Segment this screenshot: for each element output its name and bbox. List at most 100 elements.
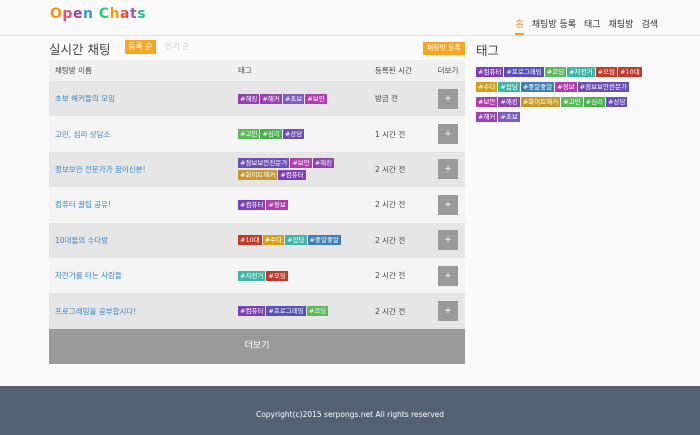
logo-letter: a xyxy=(120,6,130,22)
row-tags: #정보보안전문가 #보안 #해킹 #화이트해커 #컴퓨터 xyxy=(238,152,375,187)
tag-chip[interactable]: #해킹 xyxy=(498,97,520,107)
tag-chip[interactable]: #프로그래밍 xyxy=(504,67,544,77)
column-header-time: 등록된 시간 xyxy=(375,66,412,75)
chat-room-name-link[interactable]: 초보 해커들의 모임 xyxy=(49,81,238,116)
tag-chip[interactable]: #정보보안전문가 xyxy=(238,158,290,169)
plus-icon[interactable]: + xyxy=(438,265,458,286)
nav-tags[interactable]: 태그 xyxy=(584,17,601,35)
row-tags: #10대 #수다 #잡담 #좋알좋알 xyxy=(238,223,375,258)
tag-chip[interactable]: #해킹 xyxy=(312,158,335,169)
tag-chip[interactable]: #정보보안전문가 xyxy=(577,82,629,92)
plus-icon[interactable]: + xyxy=(438,124,458,145)
tag-chip[interactable]: #정보 xyxy=(555,82,577,92)
plus-icon[interactable]: + xyxy=(438,159,458,180)
tag-chip[interactable]: #화이트해커 xyxy=(520,97,561,107)
tag-chip[interactable]: #심리 xyxy=(583,97,606,107)
open-chats-logo[interactable]: Open Chats xyxy=(50,6,146,22)
row-tags: #고민 #심리 #상담 xyxy=(238,116,375,151)
tag-chip[interactable]: #심리 xyxy=(260,129,282,140)
nav-chat-rooms[interactable]: 채팅방 xyxy=(609,17,634,35)
site-footer: Copyright(c)2015 serpongs.net All rights… xyxy=(0,386,700,435)
tag-chip[interactable]: #상담 xyxy=(282,129,305,140)
registered-time: 2 시간 전 xyxy=(375,235,406,245)
chat-room-name-link[interactable]: 프로그래밍을 공부합시다! xyxy=(49,293,238,328)
sidebar-title: 태그 xyxy=(476,43,500,58)
table-row: 프로그래밍을 공부합시다! #컴퓨터 #프로그래밍 #코딩 2 시간 전 + xyxy=(49,293,465,329)
row-more-cell: + xyxy=(431,116,465,151)
column-header-tags: 태그 xyxy=(238,66,252,75)
row-tags: #컴퓨터 #정보 xyxy=(238,187,375,222)
tag-chip[interactable]: #고민 xyxy=(238,129,260,140)
tag-chip[interactable]: #해커 xyxy=(476,112,498,122)
tag-chip[interactable]: #10대 xyxy=(617,67,642,77)
chat-room-name-link[interactable]: 고민, 심리 상담소 xyxy=(49,116,238,151)
logo-letter: C xyxy=(98,6,110,22)
site-header: Open Chats 홈 채팅방 등록 태그 채팅방 검색 xyxy=(0,0,700,36)
row-more-cell: + xyxy=(431,187,465,222)
tag-chip[interactable]: #좋알좋알 xyxy=(520,82,555,92)
register-room-button[interactable]: 채팅방 등록 xyxy=(422,42,465,55)
tag-chip[interactable]: #보안 xyxy=(476,97,498,107)
tag-chip[interactable]: #정보 xyxy=(266,199,288,210)
tag-chip[interactable]: #상담 xyxy=(606,97,628,107)
tag-chip[interactable]: #코딩 xyxy=(544,67,567,77)
tag-chip[interactable]: #보안 xyxy=(290,158,312,169)
table-row: 초보 해커들의 모임 #해킹 #해커 #초보 #보안 방금 전 + xyxy=(49,81,465,117)
sort-by-registered-button[interactable]: 등록 순 xyxy=(125,40,156,54)
load-more-button[interactable]: 더보기 xyxy=(49,328,465,364)
tag-chip[interactable]: #자전거 xyxy=(238,270,266,281)
tag-chip[interactable]: #모임 xyxy=(266,270,288,281)
chat-room-name-link[interactable]: 자전거를 타는 사람들 xyxy=(49,258,238,293)
tag-chip[interactable]: #컴퓨터 xyxy=(278,170,306,181)
tag-chip[interactable]: #프로그래밍 xyxy=(266,306,306,317)
tag-chip[interactable]: #초보 xyxy=(498,112,520,122)
logo-letter: p xyxy=(62,6,73,22)
nav-search[interactable]: 검색 xyxy=(641,17,658,35)
sort-by-popular-button[interactable]: 인기 순 xyxy=(162,40,193,54)
tag-chip[interactable]: #컴퓨터 xyxy=(476,67,504,77)
plus-icon[interactable]: + xyxy=(438,230,458,251)
registered-time: 1 시간 전 xyxy=(375,129,406,139)
registered-time: 2 시간 전 xyxy=(375,200,406,210)
tag-chip[interactable]: #좋알좋알 xyxy=(307,235,341,246)
logo-letter: h xyxy=(109,6,121,22)
table-header-row: 채팅방 이름 태그 등록된 시간 더보기 xyxy=(49,60,465,81)
column-header-more: 더보기 xyxy=(437,66,459,75)
nav-home[interactable]: 홈 xyxy=(515,17,524,35)
registered-time: 2 시간 전 xyxy=(375,164,406,174)
top-nav: 홈 채팅방 등록 태그 채팅방 검색 xyxy=(515,17,658,35)
table-row: 정보보안 전문가가 꿈이신분! #정보보안전문가 #보안 #해킹 #화이트해커 #컴퓨터 2… xyxy=(49,151,465,188)
copyright-text: Copyright(c)2015 serpongs.net All rights… xyxy=(255,410,445,419)
row-more-cell: + xyxy=(431,223,465,258)
tag-chip[interactable]: #코딩 xyxy=(306,306,329,317)
table-row: 10대들의 수다방 #10대 #수다 #잡담 #좋알좋알 2 시간 전 + xyxy=(49,222,465,258)
tag-chip[interactable]: #고민 xyxy=(561,97,583,107)
chat-room-table: 채팅방 이름 태그 등록된 시간 더보기 초보 해커들의 모임 #해킹 #해커 #초보… xyxy=(49,60,465,329)
tag-chip[interactable]: #수다 xyxy=(262,235,285,246)
plus-icon[interactable]: + xyxy=(438,88,458,109)
tag-chip[interactable]: #모임 xyxy=(595,67,617,77)
tag-chip[interactable]: #잡담 xyxy=(285,235,307,246)
plus-icon[interactable]: + xyxy=(438,194,458,215)
sidebar-tag-list: #컴퓨터 #프로그래밍 #코딩 #자전거 #모임 #10대 #수다 #잡담 #좋알좋알 #정보 #정… xyxy=(476,63,646,123)
row-tags: #해킹 #해커 #초보 #보안 xyxy=(238,81,375,116)
tag-chip[interactable]: #컴퓨터 xyxy=(238,199,266,210)
tag-chip[interactable]: #잡담 xyxy=(498,82,520,92)
tag-chip[interactable]: #10대 xyxy=(238,235,262,246)
chat-room-name-link[interactable]: 10대들의 수다방 xyxy=(49,223,238,258)
tag-chip[interactable]: #보안 xyxy=(305,93,327,104)
tag-chip[interactable]: #해킹 xyxy=(238,93,260,104)
plus-icon[interactable]: + xyxy=(438,301,458,322)
chat-room-name-link[interactable]: 컴퓨터 꿀팁 공유! xyxy=(49,187,238,222)
nav-register-room[interactable]: 채팅방 등록 xyxy=(532,17,576,35)
logo-letter: n xyxy=(82,6,94,22)
tag-chip[interactable]: #화이트해커 xyxy=(238,170,278,181)
table-row: 자전거를 타는 사람들 #자전거 #모임 2 시간 전 + xyxy=(49,257,465,294)
tag-chip[interactable]: #해커 xyxy=(260,93,282,104)
tag-chip[interactable]: #초보 xyxy=(282,93,305,104)
tag-chip[interactable]: #수다 xyxy=(476,82,498,92)
tag-chip[interactable]: #자전거 xyxy=(567,67,595,77)
row-more-cell: + xyxy=(431,152,465,187)
tag-chip[interactable]: #컴퓨터 xyxy=(238,306,266,317)
chat-room-name-link[interactable]: 정보보안 전문가가 꿈이신분! xyxy=(49,152,238,187)
